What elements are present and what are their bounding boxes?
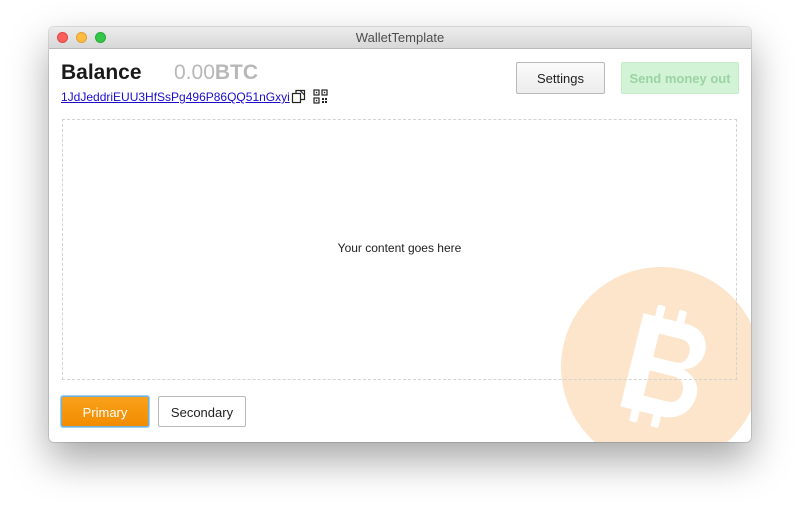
balance-amount: 0.00BTC: [174, 61, 258, 85]
window-content: Balance 0.00BTC 1JdJeddriEUU3HfSsPg496P8…: [49, 49, 751, 442]
balance-label: Balance: [61, 61, 142, 84]
content-placeholder-text: Your content goes here: [337, 241, 462, 255]
send-money-out-button[interactable]: Send money out: [621, 62, 739, 94]
wallet-address-link[interactable]: 1JdJeddriEUU3HfSsPg496P86QQ51nGxyi: [61, 90, 290, 104]
copy-icon[interactable]: [291, 89, 306, 104]
balance-value: 0.00: [174, 61, 215, 84]
balance-unit: BTC: [214, 61, 259, 84]
window-title: WalletTemplate: [355, 30, 445, 45]
qr-code-icon[interactable]: [313, 89, 328, 104]
secondary-button[interactable]: Secondary: [158, 396, 246, 427]
settings-button[interactable]: Settings: [516, 62, 605, 94]
content-placeholder-area: Your content goes here: [62, 119, 737, 380]
app-window: WalletTemplate Balance 0.00BTC 1JdJeddri…: [49, 27, 751, 442]
primary-button[interactable]: Primary: [61, 396, 149, 427]
title-bar[interactable]: WalletTemplate: [49, 27, 751, 49]
